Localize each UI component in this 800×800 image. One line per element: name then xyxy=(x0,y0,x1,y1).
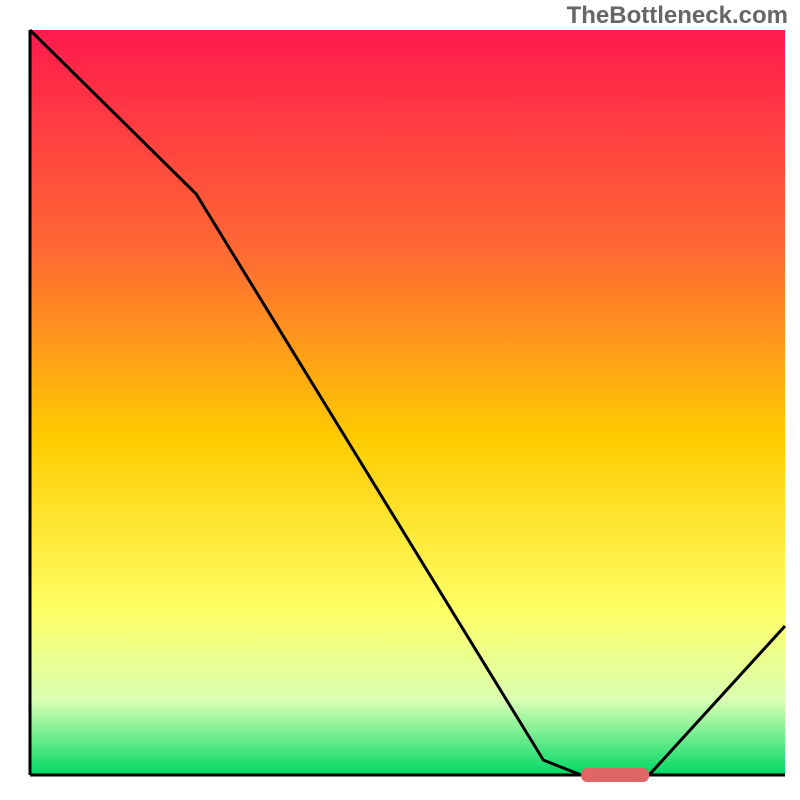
watermark-text: TheBottleneck.com xyxy=(567,2,788,30)
optimal-marker xyxy=(581,768,649,782)
bottleneck-chart xyxy=(0,0,800,800)
chart-container: TheBottleneck.com xyxy=(0,0,800,800)
